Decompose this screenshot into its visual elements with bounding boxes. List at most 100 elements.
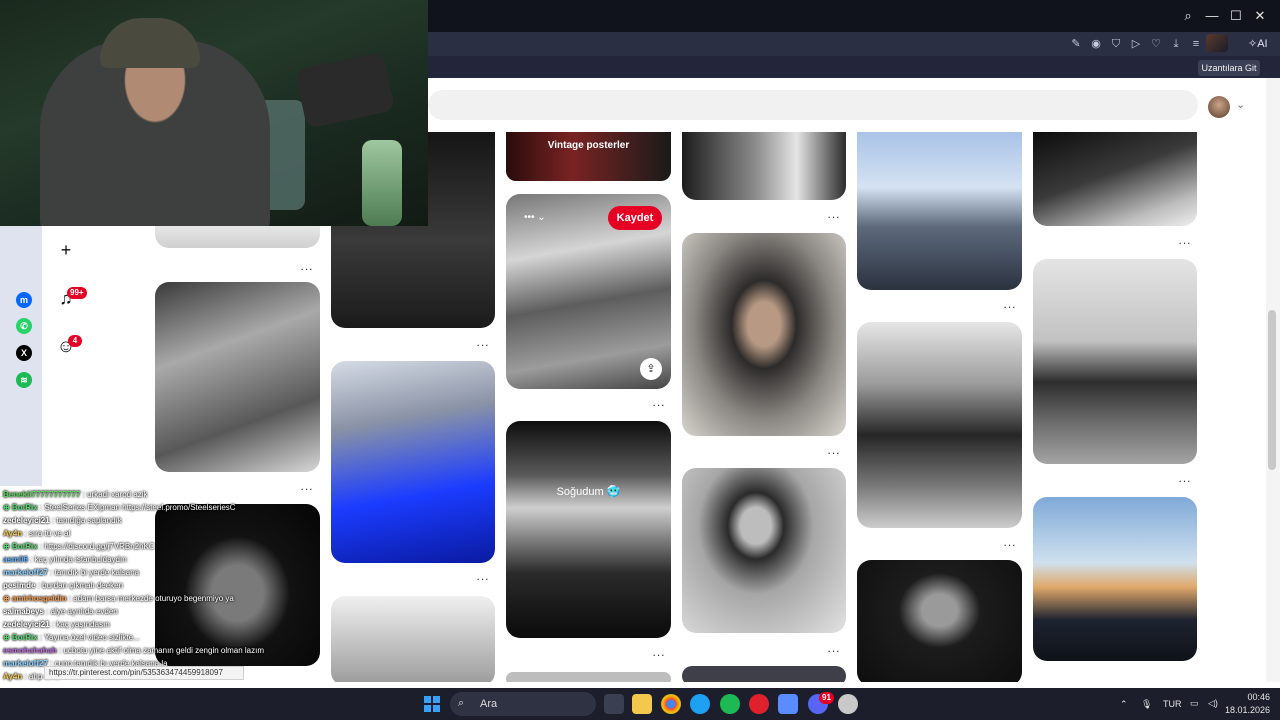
chat-text: : alye ayrılıda evden <box>43 607 118 616</box>
language-indicator[interactable]: TUR <box>1163 699 1182 709</box>
save-button[interactable]: Kaydet <box>608 206 662 230</box>
pin-more-icon[interactable]: ... <box>827 642 841 654</box>
pin-more-icon[interactable]: ... <box>1178 472 1192 484</box>
whatsapp-icon[interactable]: ✆ <box>16 318 32 334</box>
pin-image[interactable] <box>682 666 846 682</box>
camera-icon[interactable]: ◉ <box>1088 36 1104 52</box>
chat-text: : tanıdık bi yerde kalsana <box>47 568 140 577</box>
chat-username[interactable]: asm06 <box>3 555 28 564</box>
close-button[interactable]: ✕ <box>1248 0 1272 32</box>
pin-more-icon[interactable]: ... <box>827 444 841 456</box>
clock-time[interactable]: 00:46 <box>1234 692 1270 702</box>
chat-message: zedeleyici21 : tanıdığa saplandık <box>3 514 122 528</box>
pin-image[interactable] <box>1033 259 1197 464</box>
x-icon[interactable]: X <box>16 345 32 361</box>
pin-more-icon[interactable]: ... <box>652 396 666 408</box>
pin-image[interactable] <box>1033 132 1197 226</box>
scrollbar-thumb[interactable] <box>1268 310 1276 470</box>
pin-image[interactable] <box>155 226 320 248</box>
settings-icon[interactable] <box>838 694 858 714</box>
heart-icon[interactable]: ♡ <box>1148 36 1164 52</box>
chat-username[interactable]: pesimde <box>3 581 35 590</box>
spotify-icon[interactable]: ≋ <box>16 372 32 388</box>
chat-text: : adam barsa merkezde oturuyo begenmiyo … <box>66 594 234 603</box>
chat-text: : https://discord.gg/j7VRBn2hKC <box>37 542 155 551</box>
pin-more-icon[interactable]: ... <box>827 208 841 220</box>
clock-date[interactable]: 18.01.2026 <box>1222 705 1270 715</box>
pin-image-hovered[interactable]: ••• ⌄ Kaydet ⇪ <box>506 194 671 389</box>
share-icon[interactable]: ⇪ <box>640 358 662 380</box>
messages-badge: 4 <box>68 335 82 347</box>
chat-text: : kaç yılında istanbuldaydın <box>27 555 127 564</box>
chat-username[interactable]: markeloff27 <box>3 659 48 668</box>
chat-username[interactable]: ⊕ BotRix <box>3 503 38 512</box>
search-input[interactable] <box>428 90 1198 120</box>
app-icon[interactable] <box>778 694 798 714</box>
chevron-down-icon[interactable]: ⌄ <box>1236 98 1245 111</box>
create-pin-button[interactable]: + <box>52 236 80 264</box>
tray-chevron-icon[interactable]: ⌃ <box>1120 699 1128 710</box>
chat-username[interactable]: Ay4n <box>3 672 22 681</box>
file-explorer-icon[interactable] <box>632 694 652 714</box>
pin-image[interactable] <box>506 672 671 682</box>
search-icon[interactable]: ⌕ <box>1176 0 1200 32</box>
chat-username[interactable]: Benekli77777777777 <box>3 490 80 499</box>
pin-image[interactable] <box>857 560 1022 682</box>
profile-avatar[interactable] <box>1206 34 1228 52</box>
chat-username[interactable]: ⊕ amirhosgeldin <box>3 594 67 603</box>
pin-more-icon[interactable]: ... <box>300 260 314 272</box>
chat-message: ⊕ BotRix : SteelSeries EXipman https://s… <box>3 501 236 515</box>
chat-message: Ay4n : sıra tü ve al <box>3 527 70 541</box>
pin-image[interactable] <box>682 233 846 436</box>
opera-icon[interactable] <box>749 694 769 714</box>
pin-more-icon[interactable]: ... <box>1003 536 1017 548</box>
ai-button[interactable]: ✧AI <box>1248 35 1272 53</box>
pin-more-icon[interactable]: ... <box>1178 234 1192 246</box>
pin-more-icon[interactable]: ... <box>476 336 490 348</box>
pin-image[interactable] <box>331 596 495 682</box>
chat-username[interactable]: Ay4n <box>3 529 22 538</box>
pin-image[interactable] <box>857 322 1022 528</box>
pin-image[interactable] <box>682 132 846 200</box>
user-avatar[interactable] <box>1208 96 1230 118</box>
pin-image[interactable] <box>682 468 846 633</box>
chat-username[interactable]: zedeleyici21 <box>3 516 50 525</box>
windows-start-icon[interactable] <box>424 696 440 712</box>
pin-more-icon[interactable]: ... <box>300 480 314 492</box>
network-icon[interactable]: ▭ <box>1190 698 1199 709</box>
pin-more-icon[interactable]: ... <box>652 646 666 658</box>
pin-image[interactable] <box>155 282 320 472</box>
menu-icon[interactable]: ≡ <box>1188 36 1204 52</box>
chat-message: Benekli77777777777 : urkadi xarod azik <box>3 488 148 502</box>
spotify-icon[interactable] <box>720 694 740 714</box>
pin-options-icon[interactable]: ••• ⌄ <box>524 212 546 223</box>
minimize-button[interactable]: — <box>1200 0 1224 32</box>
pin-more-icon[interactable]: ... <box>1003 298 1017 310</box>
volume-icon[interactable]: ◁) <box>1208 698 1218 709</box>
pin-image[interactable] <box>331 361 495 563</box>
chrome-icon[interactable] <box>661 694 681 714</box>
task-view-icon[interactable] <box>604 694 624 714</box>
chat-username[interactable]: zedeleyici21 <box>3 620 50 629</box>
chat-username[interactable]: markeloff27 <box>3 568 48 577</box>
messenger-icon[interactable]: m <box>16 292 32 308</box>
chat-username[interactable]: ⊕ BotRix <box>3 633 38 642</box>
microphone-icon[interactable]: 🎙 <box>1141 699 1152 710</box>
pin-image[interactable] <box>1033 497 1197 661</box>
pin-image[interactable]: Vintage posterler <box>506 132 671 181</box>
chat-username[interactable]: ⊕ BotRix <box>3 542 38 551</box>
pin-more-icon[interactable]: ... <box>476 570 490 582</box>
pin-image[interactable] <box>857 132 1022 290</box>
taskbar-search[interactable]: Ara <box>450 692 596 716</box>
play-icon[interactable]: ▷ <box>1128 36 1144 52</box>
shield-icon[interactable]: ⛉ <box>1108 36 1124 52</box>
pin-image[interactable]: Soğudum 🥶 <box>506 421 671 638</box>
chat-message: pesimde : burdan çıkmalı deeken <box>3 579 123 593</box>
edit-icon[interactable]: ✎ <box>1068 36 1084 52</box>
chat-username[interactable]: salmabeys <box>3 607 44 616</box>
edge-icon[interactable] <box>690 694 710 714</box>
download-icon[interactable]: ⤓ <box>1168 36 1184 52</box>
chat-text: : burdan çıkmalı deeken <box>35 581 124 590</box>
maximize-button[interactable]: ☐ <box>1224 0 1248 32</box>
chat-username[interactable]: esmohahahah <box>3 646 57 655</box>
